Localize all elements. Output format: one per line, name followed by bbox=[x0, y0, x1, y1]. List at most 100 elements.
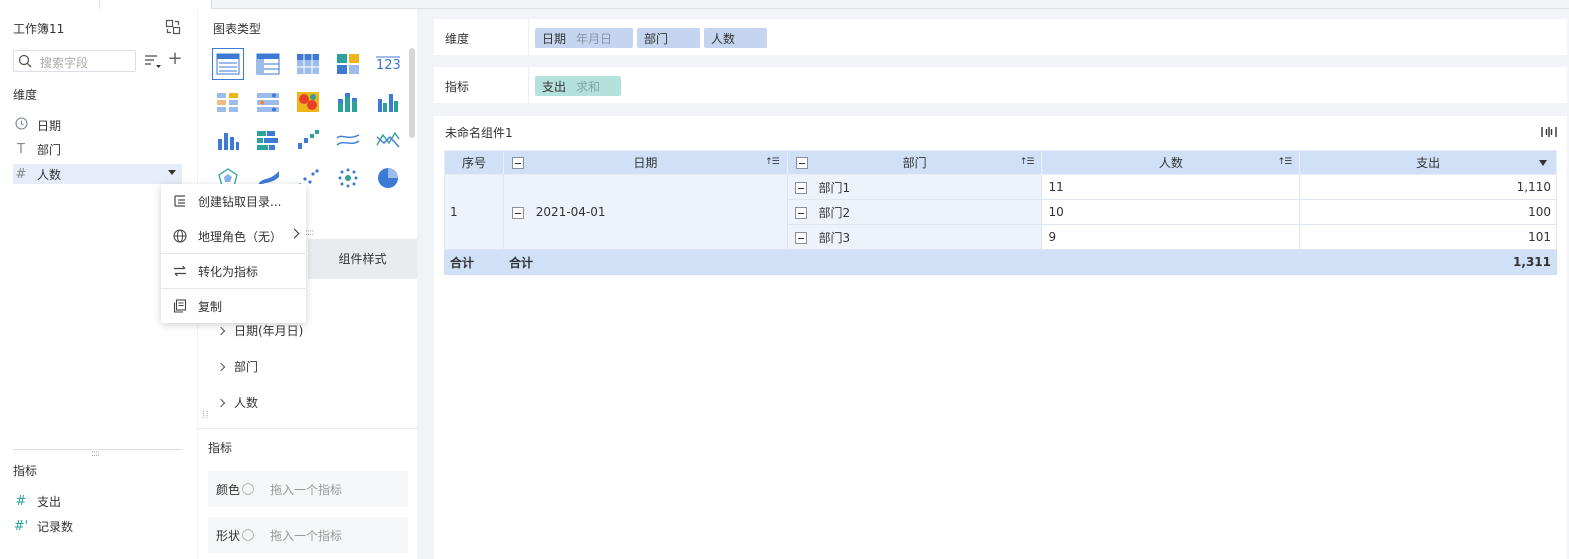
field-label: 人数 bbox=[37, 167, 62, 182]
top-tab[interactable] bbox=[0, 0, 100, 9]
count-cell: 9 bbox=[1041, 224, 1301, 250]
chevron-right-icon bbox=[289, 228, 300, 239]
count-cell: 10 bbox=[1041, 199, 1301, 225]
tab-component-style[interactable]: 组件样式 bbox=[308, 239, 417, 279]
field-menu-caret-icon[interactable] bbox=[168, 170, 176, 175]
resize-handle-icon[interactable]: :::: bbox=[91, 449, 100, 459]
bar-chart-icon[interactable] bbox=[212, 124, 244, 156]
measure-shelf-label: 指标 bbox=[445, 80, 470, 94]
measures-label: 指标 bbox=[13, 464, 38, 478]
field-label: 记录数 bbox=[37, 519, 74, 534]
table-chart-icon[interactable] bbox=[212, 48, 244, 80]
pill-label: 部门 bbox=[644, 31, 669, 46]
top-tab[interactable] bbox=[100, 0, 212, 9]
grouped-bar-icon[interactable] bbox=[372, 86, 404, 118]
text-type-icon: T bbox=[17, 141, 25, 157]
add-field-icon[interactable]: + bbox=[166, 50, 184, 69]
dimension-shelf[interactable]: 维度 日期 年月日 部门 人数 bbox=[434, 19, 1567, 55]
tree-item-date[interactable]: 日期(年月日) bbox=[216, 322, 304, 339]
column-header-spend[interactable]: 支出 bbox=[1299, 150, 1557, 175]
collapse-icon[interactable] bbox=[794, 182, 807, 194]
column-header-date[interactable]: 日期 ↑☰ bbox=[502, 150, 788, 175]
tree-item-count[interactable]: 人数 bbox=[216, 394, 258, 411]
sort-icon[interactable]: ↑☰ bbox=[1020, 157, 1035, 167]
horizontal-bar-icon[interactable] bbox=[252, 124, 284, 156]
dimension-pill-count[interactable]: 人数 bbox=[704, 28, 767, 48]
collapse-icon[interactable] bbox=[794, 232, 807, 244]
clock-icon bbox=[13, 116, 29, 134]
gear-icon[interactable] bbox=[242, 483, 254, 495]
menu-item-copy[interactable]: 复制 bbox=[161, 289, 306, 323]
field-context-menu: 创建钻取目录... 地理角色（无） 转化为指标 复制 bbox=[161, 184, 306, 323]
resize-handle-icon[interactable]: :::: bbox=[305, 228, 314, 238]
component-title[interactable]: 未命名组件1 bbox=[445, 124, 513, 141]
header-label: 部门 bbox=[902, 156, 927, 170]
shelf-divider bbox=[528, 67, 529, 103]
drop-placeholder: 拖入一个指标 bbox=[270, 528, 343, 543]
globe-icon bbox=[172, 229, 188, 243]
multi-line-icon[interactable] bbox=[372, 124, 404, 156]
switch-dataset-icon[interactable] bbox=[165, 19, 181, 35]
stacked-bar-icon[interactable] bbox=[332, 86, 364, 118]
field-item-spend[interactable]: # 支出 bbox=[13, 491, 182, 511]
column-header-index[interactable]: 序号 bbox=[444, 150, 504, 175]
total-spend-cell: 1,311 bbox=[1299, 249, 1557, 275]
field-item-date[interactable]: 日期 bbox=[13, 115, 182, 135]
dimensions-label: 维度 bbox=[13, 88, 38, 102]
collapse-icon[interactable] bbox=[511, 206, 524, 219]
pie-chart-icon[interactable] bbox=[372, 162, 404, 194]
column-header-dept[interactable]: 部门 ↑☰ bbox=[786, 150, 1043, 175]
grouped-table-icon[interactable] bbox=[252, 48, 284, 80]
copy-icon bbox=[172, 299, 188, 313]
drop-placeholder: 拖入一个指标 bbox=[270, 482, 343, 497]
gear-icon[interactable] bbox=[242, 529, 254, 541]
tree-item-dept[interactable]: 部门 bbox=[216, 358, 258, 375]
field-item-count[interactable]: # 人数 bbox=[13, 164, 182, 184]
measure-shelf[interactable]: 指标 支出 求和 bbox=[434, 67, 1567, 103]
color-drop-zone[interactable]: 颜色 拖入一个指标 bbox=[208, 471, 408, 507]
shape-label: 形状 bbox=[216, 528, 241, 543]
sort-filter-icon[interactable] bbox=[143, 52, 163, 72]
dimension-shelf-label: 维度 bbox=[445, 32, 470, 46]
pill-label: 支出 bbox=[542, 79, 567, 94]
collapse-icon[interactable] bbox=[511, 157, 524, 169]
shape-drop-zone[interactable]: 形状 拖入一个指标 bbox=[208, 517, 408, 553]
field-label: 部门 bbox=[37, 142, 62, 157]
pill-label: 人数 bbox=[711, 31, 736, 46]
field-item-dept[interactable]: T 部门 bbox=[13, 139, 182, 159]
heat-map-icon[interactable] bbox=[292, 86, 324, 118]
menu-item-label: 复制 bbox=[198, 299, 223, 314]
swap-icon bbox=[172, 264, 188, 278]
sort-icon[interactable]: ↑☰ bbox=[1278, 157, 1293, 167]
bubble-icon[interactable] bbox=[332, 162, 364, 194]
chart-types-scrollbar[interactable] bbox=[409, 48, 415, 138]
chevron-right-icon bbox=[216, 398, 226, 407]
column-header-count[interactable]: 人数 ↑☰ bbox=[1041, 150, 1301, 175]
column-width-icon[interactable] bbox=[1541, 126, 1557, 141]
dimension-pill-date[interactable]: 日期 年月日 bbox=[535, 28, 633, 48]
menu-item-convert-to-measure[interactable]: 转化为指标 bbox=[161, 254, 306, 288]
collapse-icon[interactable] bbox=[795, 157, 808, 169]
menu-item-geo-role[interactable]: 地理角色（无） bbox=[161, 219, 306, 253]
field-search-input[interactable]: 搜索字段 bbox=[13, 50, 136, 72]
detail-kpi-icon[interactable] bbox=[212, 86, 244, 118]
dept-value: 部门1 bbox=[818, 180, 851, 195]
card-list-icon[interactable] bbox=[252, 86, 284, 118]
measure-pill-spend[interactable]: 支出 求和 bbox=[535, 76, 621, 96]
collapse-icon[interactable] bbox=[794, 207, 807, 219]
line-chart-icon[interactable] bbox=[332, 124, 364, 156]
dimension-pill-dept[interactable]: 部门 bbox=[637, 28, 700, 48]
spend-cell: 1,110 bbox=[1299, 174, 1557, 200]
sort-desc-icon[interactable] bbox=[1539, 160, 1547, 166]
field-item-record-count[interactable]: #' 记录数 bbox=[13, 516, 182, 536]
sort-icon[interactable]: ↑☰ bbox=[765, 157, 780, 167]
kpi-number-icon[interactable]: 123 bbox=[372, 48, 404, 80]
heatmap-table-icon[interactable] bbox=[332, 48, 364, 80]
waterfall-icon[interactable] bbox=[292, 124, 324, 156]
menu-item-create-drill[interactable]: 创建钻取目录... bbox=[161, 184, 306, 218]
search-icon bbox=[18, 54, 32, 68]
field-label: 日期 bbox=[37, 118, 62, 133]
cross-table-icon[interactable] bbox=[292, 48, 324, 80]
vertical-resize-handle-icon[interactable]: :::: bbox=[200, 410, 210, 418]
tree-item-label: 日期(年月日) bbox=[234, 324, 304, 338]
